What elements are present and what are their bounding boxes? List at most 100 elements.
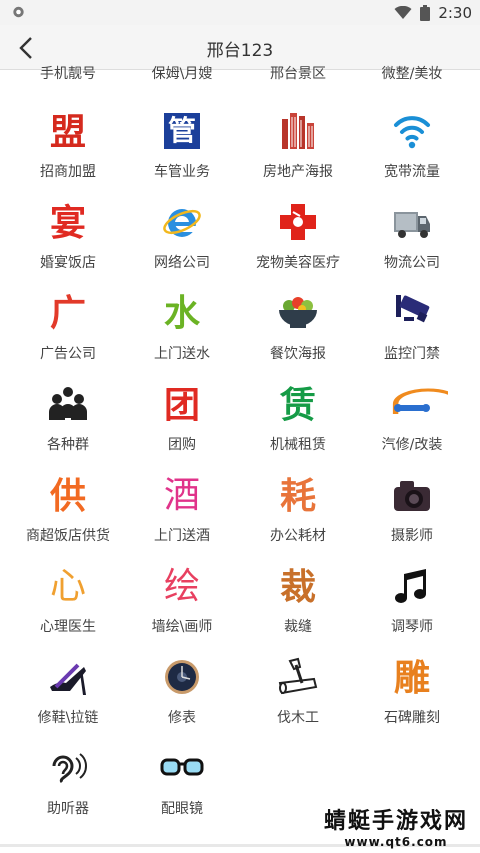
league-icon: 盟 [49, 111, 86, 153]
grid-item-label: 宠物美容医疗 [256, 255, 340, 271]
grid-item-label: 石碑雕刻 [384, 710, 440, 726]
music-note-icon [395, 569, 426, 603]
grid-item-cctv[interactable]: 监控门禁 [352, 293, 472, 384]
grid-item-watch-repair[interactable]: 修表 [122, 657, 242, 748]
grid-item-water-delivery[interactable]: 水 上门送水 [122, 293, 242, 384]
wifi-icon [394, 116, 430, 149]
grid-item-piano-tuner[interactable]: 调琴师 [352, 566, 472, 657]
grid-item-label: 心理医生 [40, 619, 96, 635]
list-item-label[interactable]: 保姆\月嫂 [122, 66, 242, 82]
grid-item-eyeglasses[interactable]: 配眼镜 [122, 748, 242, 839]
shield-notification-icon [13, 6, 24, 18]
camera-icon [394, 481, 430, 511]
grid-item-label: 车管业务 [154, 164, 210, 180]
list-item-label[interactable]: 微整/美妆 [352, 66, 472, 82]
water-icon: 水 [163, 293, 200, 334]
grid-item-broadband[interactable]: 宽带流量 [352, 111, 472, 202]
group-people-icon [49, 387, 87, 420]
grid-item-label: 各种群 [47, 437, 89, 453]
watermark-text: 蜻蜓手游戏网 [323, 809, 468, 834]
grid-item-label: 配眼镜 [161, 801, 203, 817]
grid-item-label: 上门送水 [154, 346, 210, 362]
grid-item-label: 监控门禁 [384, 346, 440, 362]
grid-item-label: 餐饮海报 [270, 346, 326, 362]
grid-item-label: 机械租赁 [270, 437, 326, 453]
liquor-icon: 酒 [163, 475, 200, 516]
grid-item-label: 房地产海报 [263, 164, 333, 180]
grid-item-tailor[interactable]: 裁 裁缝 [238, 566, 358, 657]
grid-item-label: 修鞋\拉链 [37, 710, 99, 726]
grid-item-label: 宽带流量 [384, 164, 440, 180]
grid-item-label: 办公耗材 [270, 528, 326, 544]
vehicle-admin-glyph: 管 [167, 114, 196, 147]
grid-item-stone-carving[interactable]: 雕 石碑雕刻 [352, 657, 472, 748]
ie-browser-icon [163, 209, 201, 237]
grid-item-label: 招商加盟 [40, 164, 96, 180]
consumables-icon: 耗 [279, 475, 316, 517]
grid-item-ad-company[interactable]: 广 广告公司 [8, 293, 128, 384]
watermark: 蜻蜓手游戏网 www.qt6.com [324, 809, 468, 849]
grid-item-wall-painter[interactable]: 绘 墙绘\画师 [122, 566, 242, 657]
carve-icon: 雕 [393, 657, 430, 699]
list-item-label[interactable]: 邢台景区 [238, 66, 358, 82]
paint-icon: 绘 [163, 566, 200, 607]
grid-item-label: 婚宴饭店 [40, 255, 96, 271]
status-time: 2:30 [438, 4, 472, 22]
pet-medical-cross-icon [280, 204, 316, 240]
grid-item-vehicle-admin[interactable]: 管 车管业务 [122, 111, 242, 202]
grid-item-hearing-aid[interactable]: 助听器 [8, 748, 128, 839]
grid-item-office-supplies[interactable]: 耗 办公耗材 [238, 475, 358, 566]
wifi-signal-icon [394, 6, 412, 19]
grid-item-real-estate[interactable]: 房地产海报 [238, 111, 358, 202]
grid-item-groups[interactable]: 各种群 [8, 384, 128, 475]
status-bar: 2:30 [0, 0, 480, 25]
watermark-url: www.qt6.com [344, 835, 448, 849]
grid-item-label: 助听器 [47, 801, 89, 817]
vehicle-admin-icon: 管 [164, 113, 200, 149]
grid-item-pet-medical[interactable]: 宠物美容医疗 [238, 202, 358, 293]
grid-item-label: 调琴师 [391, 619, 433, 635]
app-bar: 邢台123 [0, 25, 480, 70]
heart-icon: 心 [49, 566, 86, 607]
grid-item-label: 摄影师 [391, 528, 433, 544]
ear-icon [52, 753, 87, 784]
truck-icon [394, 212, 430, 238]
group-buy-icon: 团 [163, 384, 200, 426]
axe-log-icon [278, 657, 318, 695]
grid-item-photographer[interactable]: 摄影师 [352, 475, 472, 566]
grid-item-catering-poster[interactable]: 餐饮海报 [238, 293, 358, 384]
car-wrench-icon [392, 388, 448, 414]
grid-item-machine-lease[interactable]: 赁 机械租赁 [238, 384, 358, 475]
grid-item-label: 广告公司 [40, 346, 96, 362]
glasses-icon [160, 758, 204, 776]
grid-item-shoe-repair[interactable]: 修鞋\拉链 [8, 657, 128, 748]
cctv-camera-icon [396, 295, 430, 323]
banquet-icon: 宴 [49, 202, 86, 244]
high-heel-icon [50, 663, 86, 695]
list-item-label[interactable]: 手机靓号 [8, 66, 128, 82]
grid-item-psychologist[interactable]: 心 心理医生 [8, 566, 128, 657]
grid-item-label: 伐木工 [277, 710, 319, 726]
grid-item-network-company[interactable]: 网络公司 [122, 202, 242, 293]
grid-item-banquet[interactable]: 宴 婚宴饭店 [8, 202, 128, 293]
grid-item-car-repair[interactable]: 汽修/改装 [352, 384, 472, 475]
grid-item-label: 上门送酒 [154, 528, 210, 544]
grid-item-label: 商超饭店供货 [26, 528, 110, 544]
watch-icon [165, 660, 199, 694]
grid-item-lumberjack[interactable]: 伐木工 [238, 657, 358, 748]
page-title: 邢台123 [206, 41, 274, 61]
supply-icon: 供 [49, 475, 86, 517]
grid-item-label: 网络公司 [154, 255, 210, 271]
salad-bowl-icon [279, 297, 317, 328]
grid-item-label: 汽修/改装 [381, 437, 443, 453]
tailor-icon: 裁 [279, 566, 316, 608]
grid-item-logistics[interactable]: 物流公司 [352, 202, 472, 293]
grid-item-supply[interactable]: 供 商超饭店供货 [8, 475, 128, 566]
top-row-partial: 手机靓号 保姆\月嫂 邢台景区 微整/美妆 [0, 66, 480, 86]
building-icon [282, 113, 314, 149]
grid-item-group-buy[interactable]: 团 团购 [122, 384, 242, 475]
grid-item-liquor-delivery[interactable]: 酒 上门送酒 [122, 475, 242, 566]
grid-item-label: 物流公司 [384, 255, 440, 271]
battery-icon [420, 5, 431, 21]
grid-item-league[interactable]: 盟 招商加盟 [8, 111, 128, 202]
